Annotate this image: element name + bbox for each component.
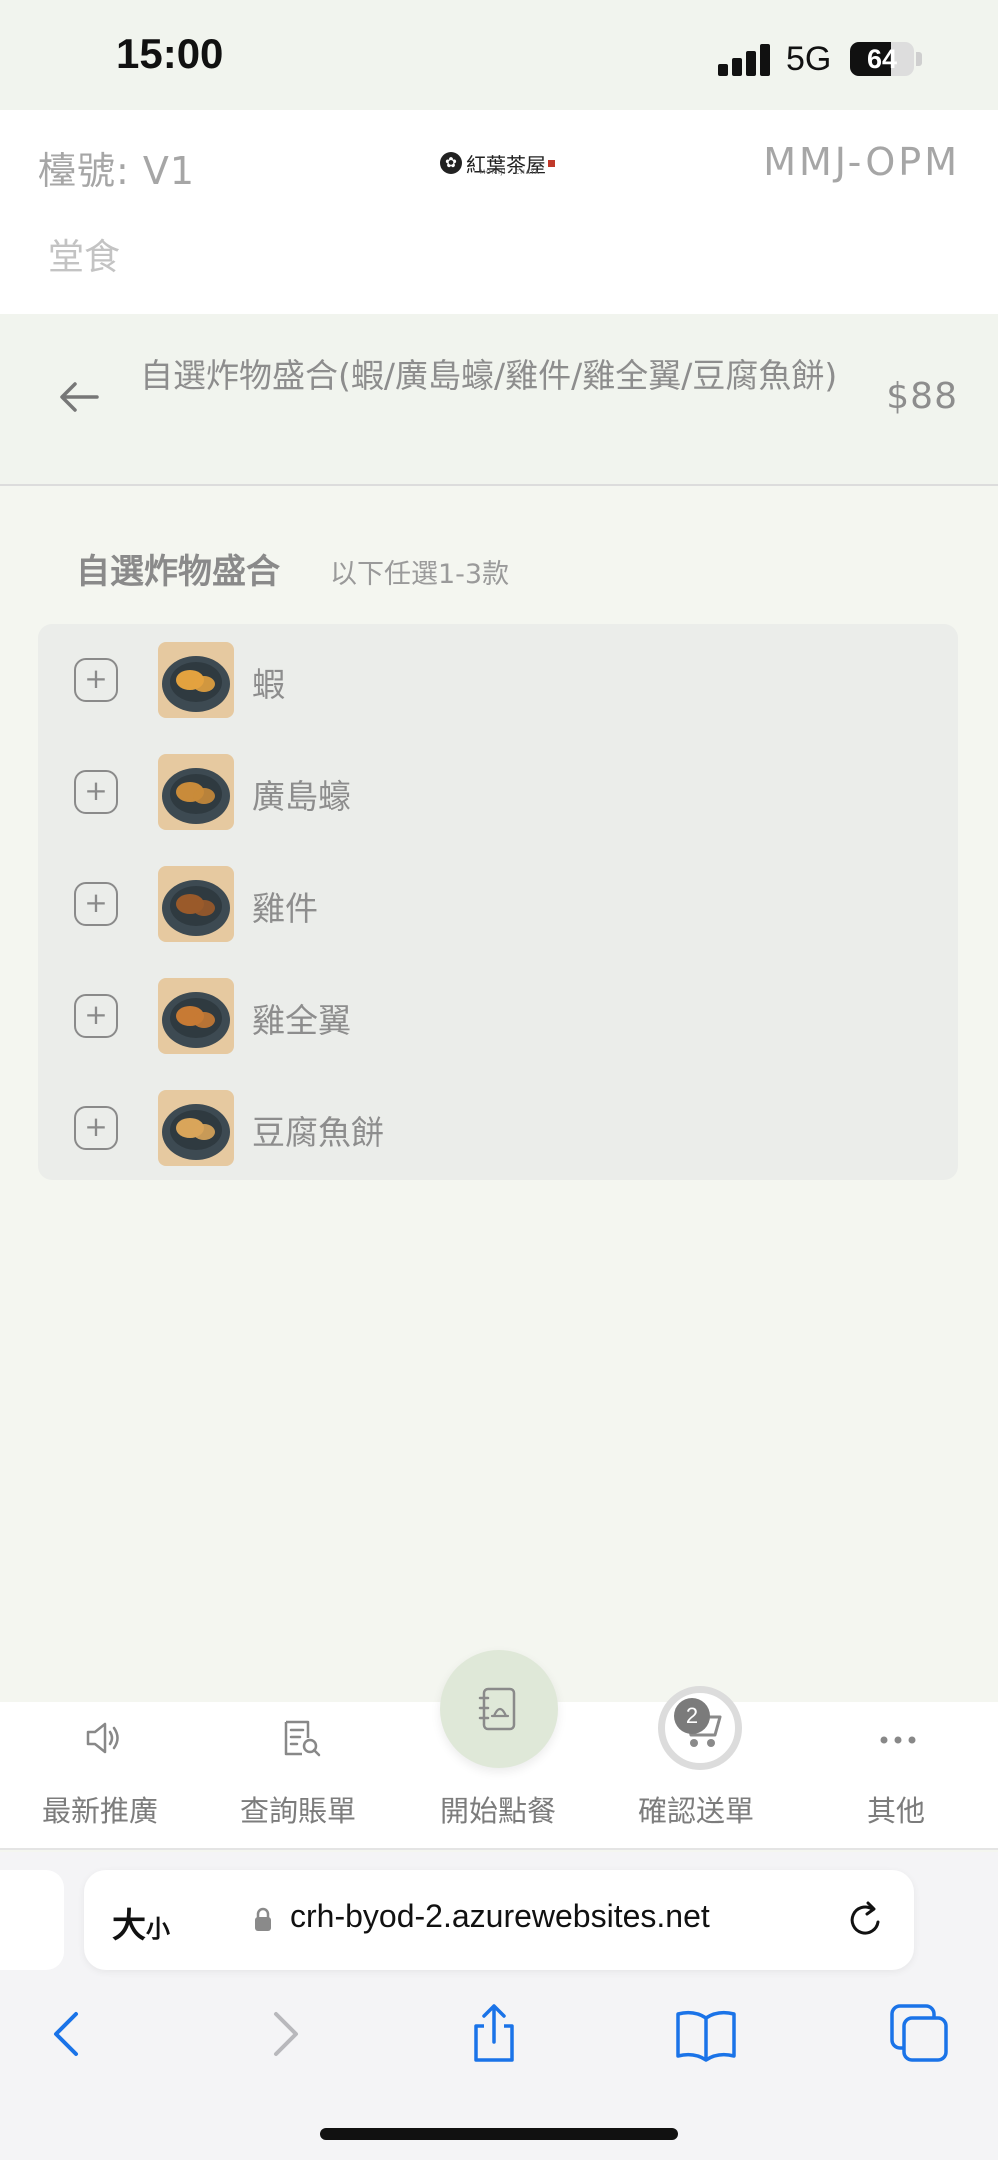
nav-more[interactable]: 其他: [796, 1702, 996, 1850]
nav-promo[interactable]: 最新推廣: [0, 1702, 200, 1850]
address-bar[interactable]: 大小 crh-byod-2.azurewebsites.net: [84, 1870, 914, 1970]
option-group-hint: 以下任選1-3款: [330, 559, 510, 590]
browser-forward-button[interactable]: [252, 2002, 316, 2066]
logo-subtitle: MOMIJI · CHAYA: [480, 169, 540, 176]
text-size-small: 小: [146, 1915, 170, 1943]
option-thumbnail: [158, 1090, 234, 1166]
more-dots-icon: [880, 1736, 916, 1744]
option-label: 雞全翼: [252, 1001, 351, 1040]
option-row[interactable]: + 豆腐魚餅: [38, 1072, 958, 1184]
speaker-icon: [86, 1722, 119, 1754]
nav-submit-label: 確認送單: [637, 1794, 754, 1828]
maple-leaf-icon: ✿: [440, 152, 462, 174]
option-thumbnail: [158, 978, 234, 1054]
previous-tab-preview[interactable]: [0, 1870, 64, 1970]
add-option-button[interactable]: +: [74, 1106, 118, 1150]
share-button[interactable]: [462, 2002, 526, 2066]
browser-back-button[interactable]: [36, 2002, 100, 2066]
option-label: 蝦: [252, 665, 285, 704]
dine-type: 堂食: [48, 237, 121, 278]
item-title: 自選炸物盛合(蝦/廣島蠔/雞件/雞全翼/豆腐魚餅): [140, 356, 838, 395]
network-type: 5G: [786, 40, 832, 78]
option-thumbnail: [158, 642, 234, 718]
text-size-button[interactable]: 大小: [112, 1898, 170, 1947]
add-option-button[interactable]: +: [74, 882, 118, 926]
option-row[interactable]: + 雞全翼: [38, 960, 958, 1072]
signal-icon: [718, 44, 774, 76]
nav-order[interactable]: 開始點餐: [398, 1702, 598, 1850]
nav-bill-label: 查詢賬單: [239, 1794, 356, 1828]
cart-count-badge: 2: [674, 1698, 710, 1734]
table-number: 檯號: V1: [38, 149, 196, 193]
option-label: 廣島蠔: [252, 777, 351, 816]
option-row[interactable]: + 廣島蠔: [38, 736, 958, 848]
nav-more-label: 其他: [866, 1794, 925, 1828]
logo-seal: [548, 159, 555, 167]
option-thumbnail: [158, 866, 234, 942]
back-button[interactable]: [54, 372, 104, 422]
option-row[interactable]: + 雞件: [38, 848, 958, 960]
battery-percent: 64: [866, 44, 898, 74]
share-icon: [474, 2004, 514, 2062]
store-code: MMJ-OPM: [763, 140, 960, 184]
home-indicator: [320, 2128, 678, 2140]
option-group-title: 自選炸物盛合: [76, 552, 280, 592]
book-icon: [676, 2010, 736, 2062]
url-text: crh-byod-2.azurewebsites.net: [290, 1898, 710, 1934]
status-time: 15:00: [116, 30, 224, 77]
text-size-big: 大: [112, 1906, 146, 1946]
tabs-icon: [890, 2004, 948, 2062]
lock-icon: [255, 1907, 271, 1931]
arrow-left-icon: [60, 382, 99, 412]
option-row[interactable]: + 蝦: [38, 624, 958, 736]
chevron-right-icon: [274, 2012, 298, 2056]
receipt-search-icon: [284, 1720, 321, 1757]
battery-nub: [916, 52, 922, 66]
add-option-button[interactable]: +: [74, 658, 118, 702]
option-label: 豆腐魚餅: [252, 1113, 384, 1152]
option-label: 雞件: [252, 889, 318, 928]
nav-bill[interactable]: 查詢賬單: [198, 1702, 398, 1850]
tabs-button[interactable]: [888, 2002, 952, 2066]
battery-icon: 64: [850, 42, 914, 76]
restaurant-logo: ✿ 紅葉茶屋 MOMIJI · CHAYA: [440, 146, 555, 180]
option-thumbnail: [158, 754, 234, 830]
chevron-left-icon: [54, 2012, 78, 2056]
nav-submit[interactable]: 2 確認送單: [596, 1686, 796, 1850]
bookmarks-button[interactable]: [674, 2002, 738, 2066]
item-price: $88: [886, 376, 958, 417]
option-list: + 蝦 + 廣島蠔 + 雞件 + 雞全翼 + 豆腐魚餅: [38, 624, 958, 1180]
add-option-button[interactable]: +: [74, 994, 118, 1038]
reload-icon[interactable]: [842, 1896, 890, 1944]
add-option-button[interactable]: +: [74, 770, 118, 814]
nav-promo-label: 最新推廣: [41, 1794, 158, 1828]
nav-order-label: 開始點餐: [439, 1794, 556, 1828]
